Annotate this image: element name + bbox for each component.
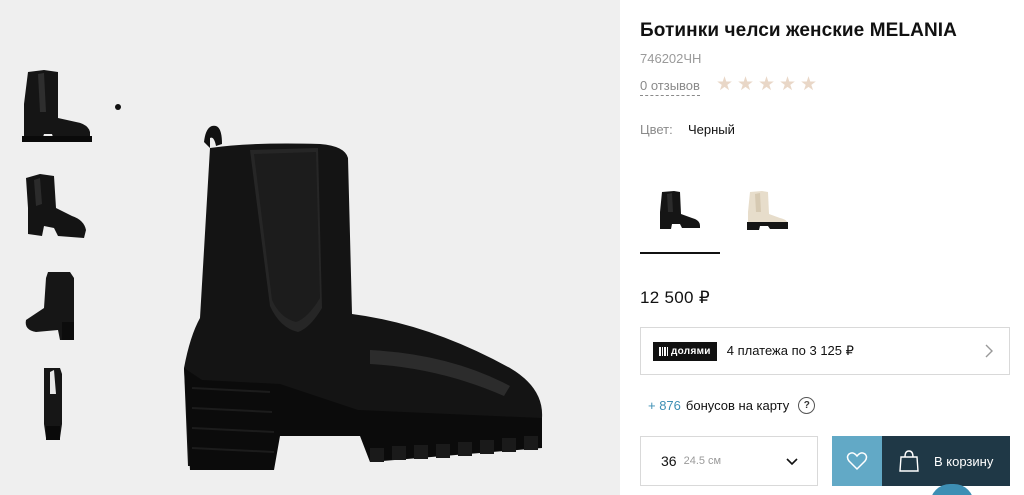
carousel-indicator-dot <box>115 104 121 110</box>
product-title: Ботинки челси женские MELANIA <box>640 20 957 41</box>
shopping-bag-icon <box>899 450 919 472</box>
main-product-image <box>184 125 543 470</box>
boot-side-image <box>22 70 92 142</box>
selected-swatch-indicator <box>640 252 720 254</box>
size-select[interactable]: 36 24.5 см <box>640 436 818 486</box>
star-icon[interactable]: ★ <box>800 75 818 94</box>
help-icon[interactable]: ? <box>798 397 816 414</box>
size-cm-value: 24.5 см <box>683 455 722 467</box>
star-icon[interactable]: ★ <box>779 75 797 94</box>
product-sku: 746202ЧН <box>640 51 702 66</box>
beige-boot-swatch-image <box>747 191 788 230</box>
bonus-info: + 876 бонусов на карту ? <box>648 397 816 414</box>
size-value: 36 <box>661 453 677 469</box>
product-info: Ботинки челси женские MELANIA 746202ЧН 0… <box>620 0 1024 495</box>
add-to-cart-label: В корзину <box>934 453 994 469</box>
installment-banner[interactable]: долями 4 платежа по 3 125 ₽ <box>640 327 1010 375</box>
color-label: Цвет: <box>640 122 673 137</box>
dolyami-logo-text: долями <box>671 345 711 357</box>
boot-angle-image <box>26 174 86 238</box>
star-icon[interactable]: ★ <box>737 75 755 94</box>
black-boot-swatch-image <box>660 191 700 229</box>
star-icon[interactable]: ★ <box>716 75 734 94</box>
product-gallery <box>0 0 620 495</box>
boot-front-image <box>25 272 74 340</box>
chevron-down-icon <box>786 458 798 466</box>
bonus-value: + 876 <box>648 398 681 413</box>
dolyami-bars-icon <box>659 346 668 356</box>
add-to-cart-button[interactable]: В корзину <box>882 436 1010 486</box>
add-to-favorites-button[interactable] <box>832 436 882 486</box>
thumbnail-2[interactable] <box>12 162 96 246</box>
rating-stars[interactable]: ★ ★ ★ ★ ★ <box>716 75 818 94</box>
dolyami-logo: долями <box>653 341 717 361</box>
thumbnail-4[interactable] <box>12 362 96 446</box>
product-price: 12 500 ₽ <box>640 288 710 307</box>
color-value: Черный <box>688 122 735 137</box>
boot-back-image <box>44 368 62 440</box>
installment-text: 4 платежа по 3 125 ₽ <box>726 343 854 358</box>
color-swatch-black[interactable] <box>640 178 720 242</box>
heart-icon <box>846 452 868 471</box>
thumbnail-1[interactable] <box>12 62 96 146</box>
bonus-text: бонусов на карту <box>685 398 790 413</box>
star-icon[interactable]: ★ <box>758 75 776 94</box>
thumbnail-3[interactable] <box>12 262 96 346</box>
color-swatch-beige[interactable] <box>728 178 808 242</box>
chevron-right-icon <box>985 344 993 358</box>
reviews-link[interactable]: 0 отзывов <box>640 78 700 96</box>
